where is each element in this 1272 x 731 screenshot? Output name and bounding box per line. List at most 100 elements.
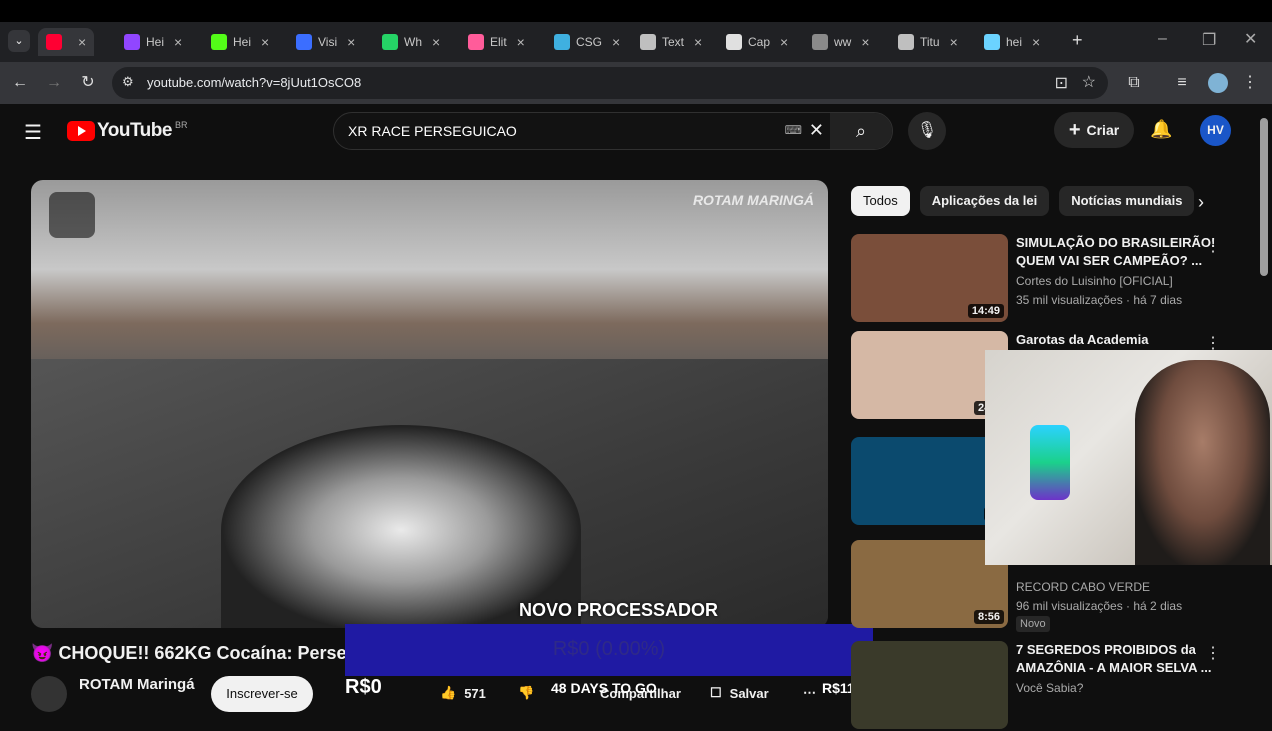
tab-favicon-icon <box>812 34 828 50</box>
video-channel[interactable]: RECORD CABO VERDE <box>1016 580 1150 594</box>
browser-tab[interactable]: × <box>38 28 95 56</box>
tab-close-icon[interactable]: × <box>950 34 958 50</box>
restore-button[interactable]: ❐ <box>1202 30 1216 50</box>
subscribe-button[interactable]: Inscrever-se <box>211 676 313 712</box>
tab-favicon-icon <box>640 34 656 50</box>
tab-close-icon[interactable]: × <box>347 34 355 50</box>
minimize-button[interactable]: – <box>1158 30 1167 48</box>
youtube-logo[interactable]: YouTube BR <box>67 120 187 142</box>
search-box[interactable]: XR RACE PERSEGUICAO ⌨ ✕ ⌕ <box>333 112 893 150</box>
chip-aplicacoes-da-lei[interactable]: Aplicações da lei <box>919 186 1050 216</box>
thumbs-down-icon: 👎 <box>518 685 535 700</box>
chips-next-icon[interactable]: › <box>1198 192 1204 213</box>
forward-icon[interactable]: → <box>42 71 66 95</box>
video-watermark-text: ROTAM MARINGÁ <box>692 192 814 208</box>
new-badge: Novo <box>1016 616 1050 632</box>
browser-tab[interactable]: Hei × <box>124 28 182 56</box>
browser-tab[interactable]: ww × <box>812 28 870 56</box>
browser-menu-icon[interactable]: ⋮ <box>1238 71 1262 95</box>
create-label: Criar <box>1086 122 1120 138</box>
rgb-microphone <box>1030 425 1070 500</box>
like-button[interactable]: 👍 571 <box>440 678 486 708</box>
microphone-icon: 🎙 <box>916 122 938 139</box>
video-title[interactable]: Garotas da Academia <box>1016 331 1216 349</box>
address-bar-row: ← → ↻ ⚙ youtube.com/watch?v=8jUut1OsCO8 … <box>0 62 1272 104</box>
tab-favicon-icon <box>898 34 914 50</box>
create-button[interactable]: + Criar <box>1054 112 1134 148</box>
video-title[interactable]: SIMULAÇÃO DO BRASILEIRÃO! QUEM VAI SER C… <box>1016 234 1216 270</box>
omnibox[interactable]: ⚙ youtube.com/watch?v=8jUut1OsCO8 ⊡ ☆ <box>112 67 1108 99</box>
browser-tab[interactable]: CSG × <box>554 28 620 56</box>
tab-close-icon[interactable]: × <box>861 34 869 50</box>
tab-search-button[interactable]: ⌄ <box>8 30 30 52</box>
voice-search-button[interactable]: 🎙 <box>908 112 946 150</box>
media-controls-icon[interactable]: ≡ <box>1170 71 1194 95</box>
goal-days-left: 48 DAYS TO GO <box>551 680 657 696</box>
video-thumbnail[interactable]: 14:49 <box>851 234 1008 322</box>
browser-tab[interactable]: Hei × <box>211 28 269 56</box>
profile-avatar[interactable] <box>1208 73 1228 93</box>
account-avatar[interactable]: HV <box>1200 115 1231 146</box>
goal-min: R$0 <box>345 676 382 698</box>
keyboard-icon[interactable]: ⌨ <box>785 123 802 137</box>
hamburger-menu-icon[interactable]: ☰ <box>24 120 42 145</box>
new-tab-button[interactable]: + <box>1072 30 1083 51</box>
reload-icon[interactable]: ↻ <box>76 71 100 95</box>
extensions-icon[interactable]: ⧉ <box>1122 71 1146 95</box>
save-button[interactable]: ☐ Salvar <box>710 678 769 708</box>
channel-avatar[interactable] <box>31 676 67 712</box>
browser-tab[interactable]: Text × <box>640 28 702 56</box>
tab-close-icon[interactable]: × <box>432 34 440 50</box>
browser-tab[interactable]: Titu × <box>898 28 958 56</box>
browser-tab[interactable]: Wh × <box>382 28 440 56</box>
clear-search-icon[interactable]: ✕ <box>809 120 824 141</box>
back-icon[interactable]: ← <box>8 71 32 95</box>
page-scrollbar[interactable] <box>1260 118 1268 276</box>
video-channel[interactable]: Você Sabia? <box>1016 681 1083 695</box>
browser-tab[interactable]: Cap × <box>726 28 788 56</box>
video-title-text: CHOQUE!! 662KG Cocaína: Perseg <box>58 643 358 663</box>
tab-close-icon[interactable]: × <box>780 34 788 50</box>
video-player[interactable]: ROTAM MARINGÁ <box>31 180 828 628</box>
browser-tab[interactable]: Elit × <box>468 28 525 56</box>
tab-close-icon[interactable]: × <box>612 34 620 50</box>
tab-close-icon[interactable]: × <box>174 34 182 50</box>
webcam-overlay <box>985 350 1272 565</box>
video-thumbnail[interactable] <box>851 641 1008 729</box>
save-label: Salvar <box>729 685 769 701</box>
channel-watermark-logo <box>49 192 95 238</box>
tab-label: Titu <box>920 35 940 49</box>
notifications-bell-icon[interactable]: 🔔 <box>1150 119 1172 140</box>
tab-close-icon[interactable]: × <box>78 34 86 50</box>
more-actions-button[interactable]: ⋯ <box>803 678 816 708</box>
install-icon[interactable]: ⊡ <box>1055 73 1068 93</box>
goal-label: NOVO PROCESSADOR <box>519 600 719 620</box>
site-info-icon[interactable]: ⚙ <box>122 74 134 90</box>
video-meta: 35 mil visualizações · há 7 dias <box>1016 293 1183 307</box>
search-input[interactable]: XR RACE PERSEGUICAO <box>348 123 517 139</box>
search-button[interactable]: ⌕ <box>830 113 892 149</box>
tab-favicon-icon <box>296 34 312 50</box>
tab-close-icon[interactable]: × <box>517 34 525 50</box>
close-window-button[interactable]: ✕ <box>1244 29 1257 49</box>
recommended-video[interactable]: 7 SEGREDOS PROIBIDOS da AMAZÔNIA - A MAI… <box>851 641 1251 731</box>
chip-todos[interactable]: Todos <box>851 186 910 216</box>
more-options-icon[interactable]: ⋮ <box>1205 236 1221 256</box>
recommended-video[interactable]: 14:49 SIMULAÇÃO DO BRASILEIRÃO! QUEM VAI… <box>851 234 1251 324</box>
devil-emoji-icon: 😈 <box>31 643 54 663</box>
tab-close-icon[interactable]: × <box>261 34 269 50</box>
video-title[interactable]: 7 SEGREDOS PROIBIDOS da AMAZÔNIA - A MAI… <box>1016 641 1216 677</box>
dislike-button[interactable]: 👎 <box>518 678 534 708</box>
bookmark-star-icon[interactable]: ☆ <box>1082 72 1096 92</box>
browser-tab[interactable]: Visi × <box>296 28 355 56</box>
tab-favicon-icon <box>984 34 1000 50</box>
chip-noticias-mundiais[interactable]: Notícias mundiais <box>1059 186 1195 216</box>
browser-tab[interactable]: hei × <box>984 28 1040 56</box>
tab-label: ww <box>834 35 852 49</box>
tab-label: Wh <box>404 35 422 49</box>
video-channel[interactable]: Cortes do Luisinho [OFICIAL] <box>1016 274 1173 288</box>
channel-name[interactable]: ROTAM Maringá <box>79 676 195 693</box>
tab-close-icon[interactable]: × <box>1032 34 1040 50</box>
tab-close-icon[interactable]: × <box>694 34 702 50</box>
more-options-icon[interactable]: ⋮ <box>1205 643 1221 663</box>
